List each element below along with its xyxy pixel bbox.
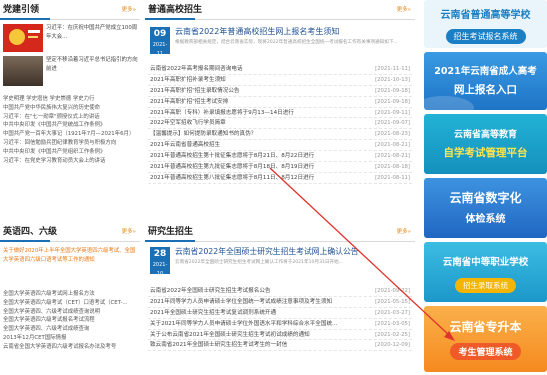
table-row[interactable]: 2021年普通高校招生第九批征集志愿将于8月18日、8月19日进行 [2021-0… — [148, 162, 412, 173]
banner-upgrade-bachelor-exam-system[interactable]: 云南省专升本 考生管理系统 — [424, 306, 547, 372]
banner-title: 云南省中等职业学校 — [442, 257, 529, 268]
more-link[interactable]: 更多» — [397, 227, 411, 235]
headline-summary: 云南省2022年全国硕士研究生招生考试网上确认工作将于2021年10月31日开始… — [175, 260, 344, 265]
cloud-decoration — [424, 96, 474, 110]
list-item[interactable]: 全国大学英语四、六级考试成绩查询 — [3, 325, 137, 334]
banner-subtitle: 自学考试管理平台 — [443, 147, 528, 159]
section-title: 党建引领 — [3, 5, 40, 15]
section-title: 普通高校招生 — [148, 5, 203, 15]
banner-title: 2021年云南省成人高考 — [434, 66, 537, 77]
date-badge: 28 2021-10 — [150, 247, 170, 277]
headline-summary: 根据教育部相关规定，结合云南省实际，现将2022年普通高校招生全国统一考试报名工… — [175, 40, 398, 45]
list-item[interactable]: 中国共产党中华民族伟大复兴的历史使命 — [3, 104, 137, 113]
banner-vocational-school-admission-system[interactable]: 云南省中等职业学校 招生录取系统 — [424, 242, 547, 302]
news-photo-thumbnail — [3, 56, 43, 86]
party-emblem-icon — [9, 29, 25, 45]
party-emblem-thumbnail — [3, 24, 43, 52]
table-row[interactable]: 云南省2022年高考报名期间咨询电话 [2021-11-11] — [148, 64, 412, 75]
banner-subtitle: 招生考试报名系统 — [424, 24, 547, 44]
party-building-section: 党建引领 更多» 习近平：在庆祝中国共产党成立100周年大会... 坚定不移沿着… — [0, 0, 140, 220]
list-item[interactable]: 全国大学英语四、六级考试成绩查询说明 — [3, 308, 137, 317]
headline-link[interactable]: 云南省2022年全国硕士研究生招生考试网上确认公告 — [175, 246, 411, 257]
list-item[interactable]: 中国共产党一百年大事记（1921年7月—2021年6月） — [3, 130, 137, 139]
table-row[interactable]: 致云南省2021年全国硕士研究生招生考试考生的一封信 [2020-12-09] — [148, 340, 412, 352]
banner-adult-exam-registration[interactable]: 2021年云南省成人高考 网上报名入口 — [424, 52, 547, 110]
list-item[interactable]: 习近平：在"七一勋章"颁授仪式上的讲话 — [3, 113, 137, 122]
headline-link[interactable]: 云南省2022年普通高校招生网上报名考生须知 — [175, 26, 411, 37]
table-row[interactable]: 2021年高职（专科）补录填报志愿将于9月13—14日进行 [2021-09-11… — [148, 108, 412, 119]
more-link[interactable]: 更多» — [122, 5, 136, 13]
highlight-notice[interactable]: 关于做好2020年上半年全国大学英语四六级考试、全国大学英语四六级口语考试等工作… — [3, 247, 137, 265]
table-row[interactable]: 【温馨提示】如何提防录取通知书的真伪？ [2021-08-23] — [148, 129, 412, 141]
table-row[interactable]: 云南省2022年全国硕士研究生招生考试报名公告 [2021-09-22] — [148, 286, 412, 297]
table-row[interactable]: 关于公布云南省2021年全国硕士研究生招生考试初试成绩的通知 [2021-02-2… — [148, 330, 412, 341]
more-link[interactable]: 更多» — [397, 5, 411, 13]
table-row[interactable]: 关于2021年同等学力人员申请硕士学位外国语水平和学科综合水平全国统... [20… — [148, 319, 412, 330]
table-row[interactable]: 2021年高职扩招"招生录取情况公告 [2021-09-18] — [148, 86, 412, 97]
feature-item[interactable]: 坚定不移沿着习近平总书记指引的方向前进 — [3, 56, 138, 88]
table-row[interactable]: 2021年普通高校招生第八批征集志愿将于8月11日、8月12日进行 [2021-0… — [148, 173, 412, 184]
feature-item[interactable]: 习近平：在庆祝中国共产党成立100周年大会... — [3, 24, 137, 54]
list-item[interactable]: 全国大学英语四六级考试（CET）口语考试（CET-... — [3, 299, 137, 308]
section-header: 党建引领 更多» — [0, 0, 140, 20]
cet-section: 英语四、六级 更多» 关于做好2020年上半年全国大学英语四六级考试、全国大学英… — [0, 222, 140, 375]
section-title: 研究生招生 — [148, 227, 194, 237]
feature-text: 坚定不移沿着习近平总书记指引的方向前进 — [46, 57, 138, 72]
section-title: 英语四、六级 — [3, 227, 58, 237]
table-row[interactable]: 2021年高职扩招"招生考试安排 [2021-09-18] — [148, 97, 412, 108]
table-row[interactable]: 2021年高职扩招补录考生须知 [2021-10-13] — [148, 75, 412, 86]
postgraduate-admission-section: 研究生招生 更多» 28 2021-10 云南省2022年全国硕士研究生招生考试… — [145, 222, 415, 375]
banner-subtitle: 体检系统 — [465, 214, 506, 225]
list-item[interactable]: 中共中央印发《中国共产党组织工作条例》 — [3, 148, 137, 157]
table-row[interactable]: 2021年普通高校招生第十批征集志愿将于8月21日、8月22日进行 [2021-0… — [148, 151, 412, 163]
banner-subtitle: 考生管理系统 — [424, 340, 547, 360]
banner-digital-medical-exam-system[interactable]: 云南省数字化 体检系统 — [424, 178, 547, 238]
news-table: 云南省2022年高考报名期间咨询电话 [2021-11-11] 2021年高职扩招… — [148, 64, 412, 184]
feature-text: 习近平：在庆祝中国共产党成立100周年大会... — [46, 25, 138, 40]
banner-title: 云南省专升本 — [449, 320, 522, 334]
section-header: 研究生招生 更多» — [145, 222, 415, 242]
banner-title: 云南省普通高等学校 — [440, 10, 531, 21]
news-list: 学史明理 学史增信 学史崇德 学史力行 中国共产党中华民族伟大复兴的历史使命 习… — [3, 95, 137, 165]
table-row[interactable]: 2022年空军招收飞行学员简章 [2021-09-07] — [148, 118, 412, 130]
banner-title: 云南省数字化 — [449, 191, 522, 205]
list-item[interactable]: 全国大学英语四六级考试报名考试流程 — [3, 316, 137, 325]
news-table: 云南省2022年全国硕士研究生招生考试报名公告 [2021-09-22] 2021… — [148, 286, 412, 352]
list-item[interactable]: 2013年12月CET国际情报 — [3, 334, 137, 343]
list-item[interactable]: 学史明理 学史增信 学史崇德 学史力行 — [3, 95, 137, 104]
list-item[interactable]: 全国大学英语四六级考试网上报名方法 — [3, 290, 137, 299]
banner-title: 云南省高等教育 — [453, 130, 517, 140]
banner-admission-registration-system[interactable]: 云南省普通高等学校 招生考试报名系统 — [424, 0, 547, 48]
list-item[interactable]: 云南省全国大学英语四六级考试报名办法及考号 — [3, 343, 137, 352]
list-item[interactable]: 习近平：在党史学习教育动员大会上的讲话 — [3, 157, 137, 166]
banner-self-study-exam-platform[interactable]: 云南省高等教育 自学考试管理平台 — [424, 114, 547, 174]
list-item[interactable]: 中共中央印发《中国共产党统战工作条例》 — [3, 121, 137, 130]
more-link[interactable]: 更多» — [122, 227, 136, 235]
college-admission-section: 普通高校招生 更多» 09 2021-11 云南省2022年普通高校招生网上报名… — [145, 0, 415, 215]
list-item[interactable]: 习近平：回信勉励兵团纪律教育学员与积极方向 — [3, 139, 137, 148]
section-header: 普通高校招生 更多» — [145, 0, 415, 20]
banner-subtitle: 网上报名入口 — [454, 84, 517, 96]
section-header: 英语四、六级 更多» — [0, 222, 140, 242]
table-row[interactable]: 2021年全国硕士研究生招生考试复试调剂系统开通 [2021-03-27] — [148, 308, 412, 319]
table-row[interactable]: 2021年云南省普通高校招生 [2021-08-21] — [148, 140, 412, 152]
banner-subtitle: 招生录取系统 — [424, 273, 547, 293]
date-badge: 09 2021-11 — [150, 27, 170, 57]
table-row[interactable]: 2021年同等学力人员申请硕士学位全国统一考试成绩注意事项及考生须知 [2021-… — [148, 297, 412, 308]
news-list: 全国大学英语四六级考试网上报名方法 全国大学英语四六级考试（CET）口语考试（C… — [3, 290, 137, 352]
